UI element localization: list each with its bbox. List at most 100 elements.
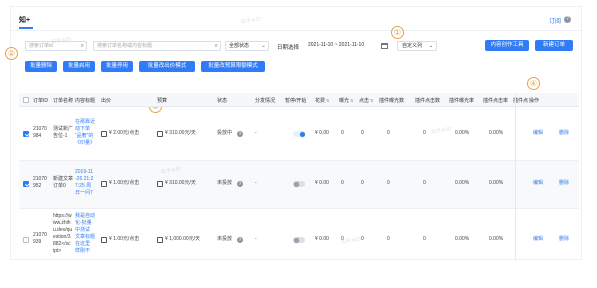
clicks-value: 0: [361, 130, 364, 136]
edit-button[interactable]: 编辑: [533, 236, 543, 243]
order-name-line: 882</sc: [53, 241, 71, 247]
order-id-line: 939: [33, 239, 42, 245]
content-title-link[interactable]: 在那靠近 动下单 “品奢”的 《印量》: [75, 119, 95, 147]
search-icon[interactable]: ⌕: [215, 43, 218, 50]
custom-columns-select[interactable]: 自定义列 ⌄: [397, 41, 437, 51]
edit-bid-icon[interactable]: [101, 181, 107, 187]
date-range-picker[interactable]: 2021-11-10 ~ 2021-11-10: [305, 41, 389, 51]
tab-bar: 知+ 订阅 ?: [11, 7, 581, 31]
batch-bid-mode-button[interactable]: 批量改出价模式: [139, 61, 195, 72]
plugin-impressions-value: 0: [387, 236, 390, 242]
toggle-knob: [293, 237, 299, 243]
delete-button[interactable]: 删除: [559, 236, 569, 243]
order-id-cell: 21070 984: [33, 126, 47, 140]
content-title-link[interactable]: 2019-11 -26 21:2 7:25 周 日一问7: [75, 169, 93, 197]
status-text: 未投放: [217, 236, 233, 242]
delivery-value: -: [255, 236, 257, 242]
order-id-line: 952: [33, 183, 42, 189]
col-plugin-impr-rate: 插件曝光率: [449, 98, 475, 104]
order-name-line: 测试新广: [53, 126, 74, 132]
content-title-line: 在这里: [75, 241, 91, 247]
content-title-line: -26 21:2: [75, 176, 94, 182]
pause-start-toggle[interactable]: [293, 237, 305, 243]
question-icon[interactable]: ?: [237, 131, 243, 137]
content-tool-button[interactable]: 内容创作工具: [485, 40, 529, 51]
edit-button[interactable]: 编辑: [533, 130, 543, 137]
status-select[interactable]: 全部状态 ⌄: [225, 41, 269, 51]
plugin-ctr-value: 0.00%: [489, 236, 504, 242]
new-order-button[interactable]: 新建订单: [535, 40, 573, 51]
col-impressions-label: 曝光: [339, 98, 350, 104]
budget-value: ¥ 1,000.00元/天: [165, 236, 201, 242]
content-title-line: 动下单: [75, 126, 91, 132]
budget-value: ¥ 310.00元/天: [165, 180, 196, 186]
status-text: 投放中: [217, 130, 233, 136]
delete-button[interactable]: 删除: [559, 180, 569, 187]
batch-delete-button[interactable]: 批量删除: [25, 61, 57, 72]
table-row: 21070 984 测试新广 告位-1 在那靠近 动下单 “品奢”的 《印量》 …: [19, 107, 579, 161]
impressions-value: 0: [341, 130, 344, 136]
content-title-line: 《印量》: [75, 140, 96, 146]
batch-disable-button[interactable]: 批量停用: [101, 61, 133, 72]
col-impressions[interactable]: 曝光⇅: [339, 97, 353, 104]
order-name-line: 告位-1: [53, 133, 68, 139]
edit-budget-icon[interactable]: [157, 237, 163, 243]
col-bid: 出价: [101, 98, 112, 104]
col-spend[interactable]: 花费⇅: [315, 97, 329, 104]
content-title-line: 文章标题: [75, 234, 96, 240]
question-icon[interactable]: ?: [237, 237, 243, 243]
row-checkbox[interactable]: [23, 237, 29, 243]
chevron-down-icon: ⌄: [428, 43, 433, 49]
help-icon[interactable]: ?: [564, 16, 571, 23]
subscription-link[interactable]: 订阅: [549, 16, 561, 25]
sort-icon[interactable]: ⇅: [326, 98, 329, 103]
batch-enable-button[interactable]: 批量启用: [63, 61, 95, 72]
search-icon[interactable]: ⌕: [81, 43, 84, 50]
question-icon[interactable]: ?: [237, 181, 243, 187]
col-plugin-ctr: 插件点击率: [483, 98, 509, 104]
spend-value: ¥ 0.00: [315, 130, 329, 136]
col-budget: 预算: [157, 98, 168, 104]
date-label: 日期选择: [277, 45, 300, 51]
sort-icon[interactable]: ⇅: [350, 98, 353, 103]
plugin-impressions-value: 0: [387, 130, 390, 136]
fixed-column-divider: [515, 93, 516, 261]
pause-start-toggle[interactable]: [293, 131, 305, 137]
edit-button[interactable]: 编辑: [533, 180, 543, 187]
content-title-line: 样刚不: [75, 248, 91, 254]
content-title-line: 日一问7: [75, 190, 93, 196]
date-range-value: 2021-11-10 ~ 2021-11-10: [308, 42, 365, 48]
col-pause-start: 暂停/开始: [285, 98, 307, 104]
impressions-value: 0: [341, 180, 344, 186]
pause-start-toggle[interactable]: [293, 181, 305, 187]
order-id-line: 21070: [33, 176, 47, 182]
delete-button[interactable]: 删除: [559, 130, 569, 137]
order-id-line: 21070: [33, 126, 47, 132]
content-search-input[interactable]: 搜索订单名称或内容标题 ⌕: [93, 41, 221, 51]
col-order-id: 订单ID: [33, 98, 49, 104]
edit-bid-icon[interactable]: [101, 131, 107, 137]
content-title-line: 中测试: [75, 227, 91, 233]
table-row: 21070 939 https://w ww.zhih u.dev/qu est…: [19, 209, 579, 261]
order-id-line: 21070: [33, 232, 47, 238]
delivery-value: -: [255, 130, 257, 136]
batch-budget-mode-button[interactable]: 批量改预算限额模式: [201, 61, 265, 72]
content-title-line: “品奢”的: [75, 133, 94, 139]
row-checkbox[interactable]: [23, 131, 29, 137]
edit-budget-icon[interactable]: [157, 181, 163, 187]
select-all-checkbox[interactable]: [23, 97, 29, 103]
edit-bid-icon[interactable]: [101, 237, 107, 243]
tab-zhi-plus[interactable]: 知+: [19, 15, 30, 25]
spend-value: ¥ 0.00: [315, 236, 329, 242]
order-id-placeholder: 搜索订单id: [29, 43, 53, 49]
edit-budget-icon[interactable]: [157, 131, 163, 137]
order-id-cell: 21070 939: [33, 232, 47, 246]
col-clicks[interactable]: 点击⇅: [359, 97, 373, 104]
content-title-link[interactable]: 我是自动 化-批量 中测试 文章标题 在这里 样刚不: [75, 213, 95, 255]
content-title-line: 我是自动: [75, 213, 96, 219]
row-checkbox[interactable]: [23, 181, 29, 187]
annotation-marker-2: ②: [5, 47, 18, 60]
order-id-cell: 21070 952: [33, 176, 47, 190]
calendar-icon[interactable]: [381, 43, 388, 49]
sort-icon[interactable]: ⇅: [370, 98, 373, 103]
